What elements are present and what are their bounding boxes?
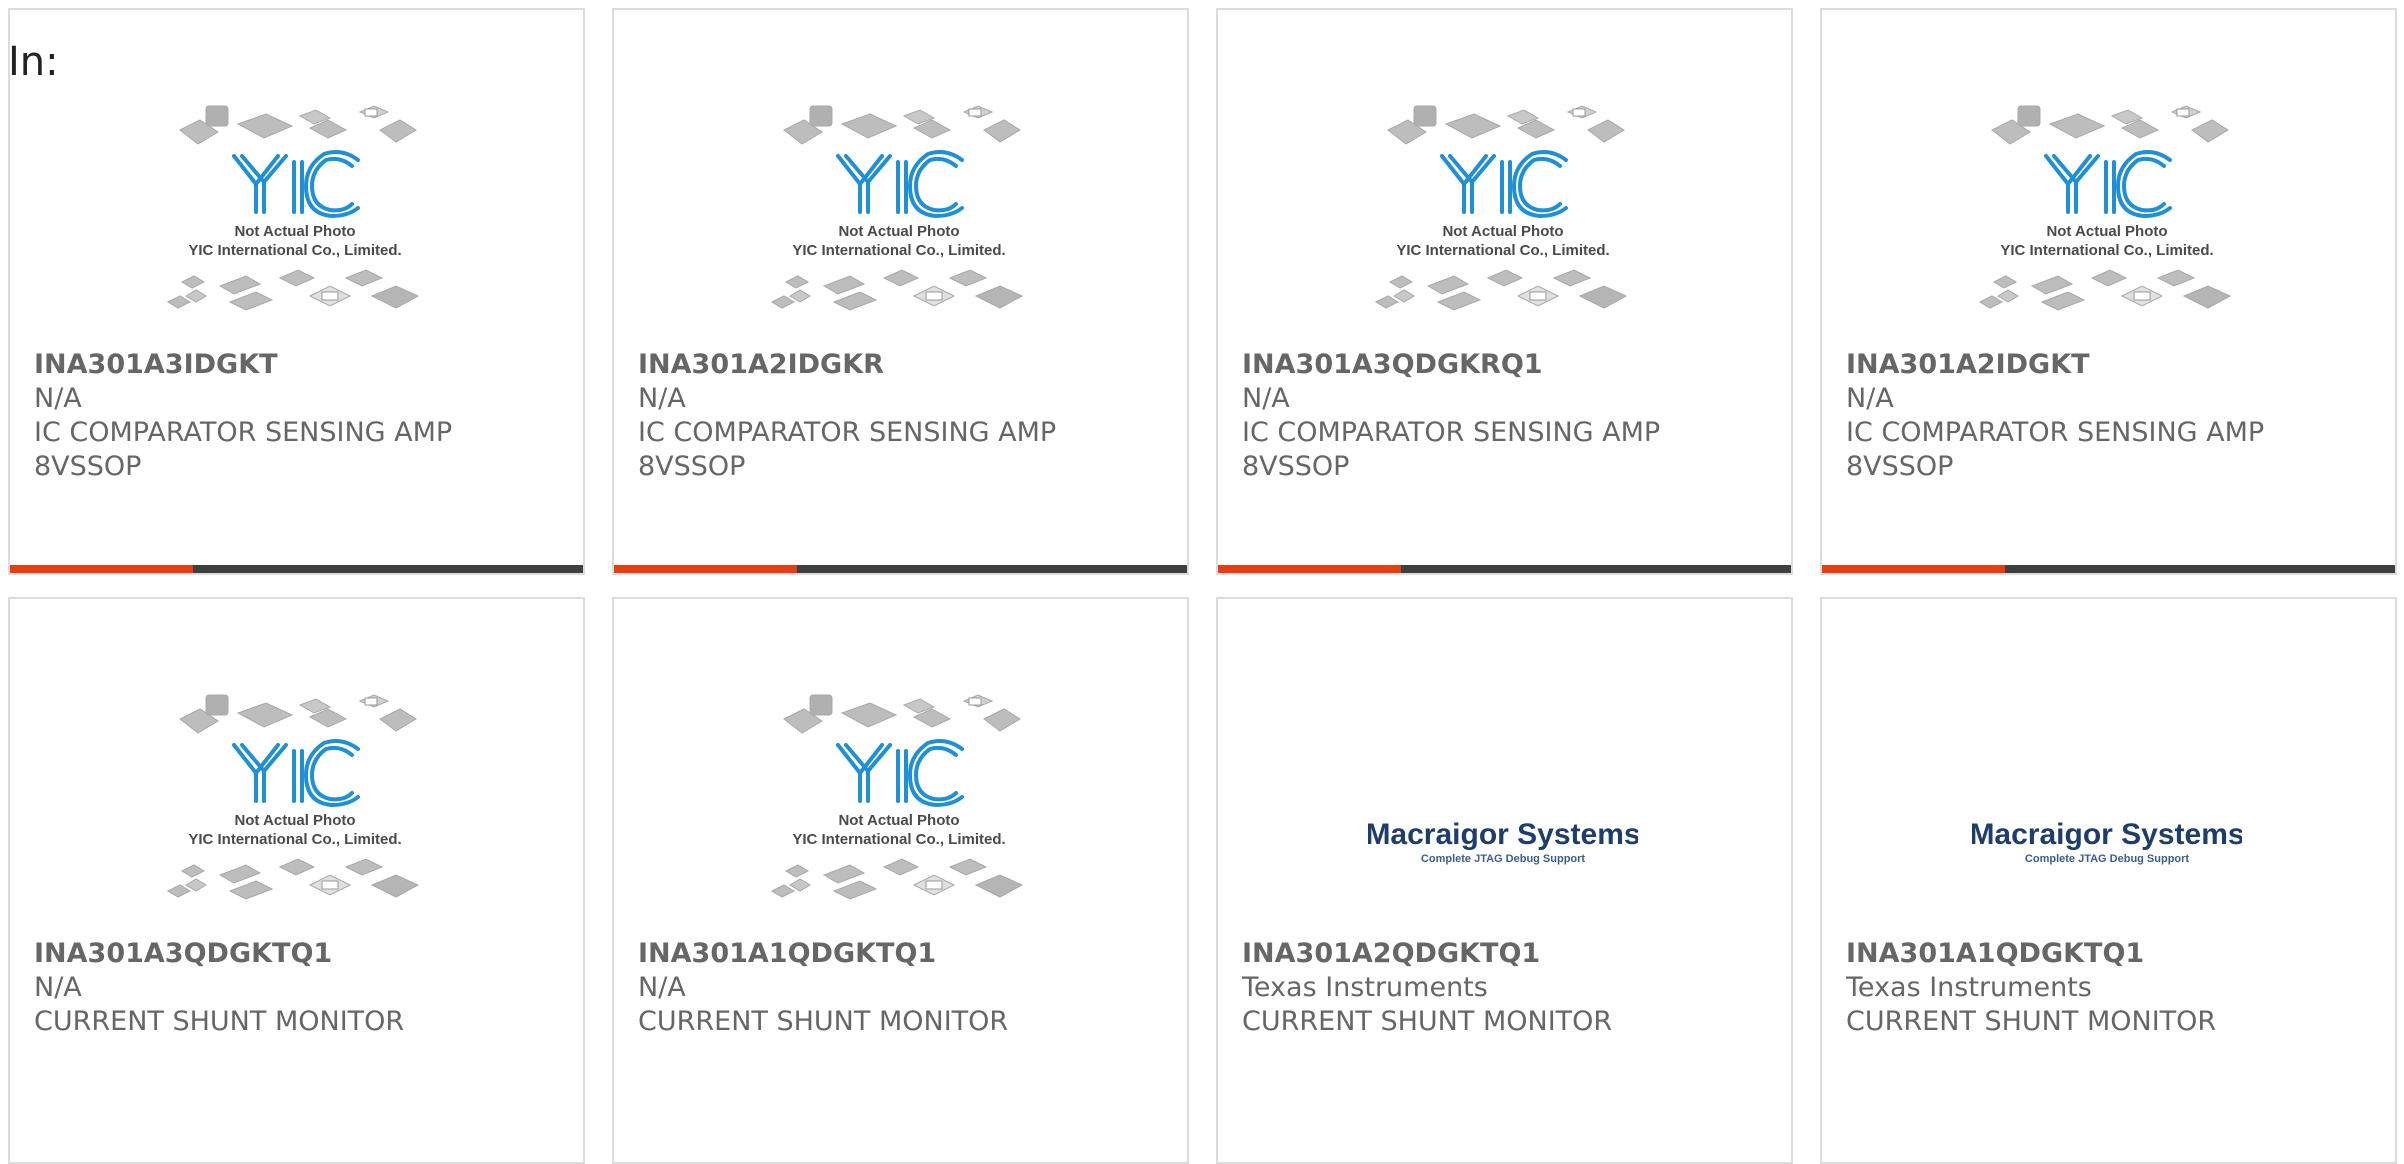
svg-text:YIC International Co., Limited: YIC International Co., Limited. [188, 831, 401, 848]
yic-logo [836, 150, 964, 218]
part-number[interactable]: INA301A1QDGKTQ1 [638, 937, 1158, 971]
manufacturer: Texas Instruments [1242, 972, 1488, 1003]
product-card[interactable]: Macraigor Systems Complete JTAG Debug Su… [1216, 597, 1793, 1164]
part-number[interactable]: INA301A3IDGKT [34, 348, 554, 382]
description: IC COMPARATOR SENSING AMP [638, 417, 1057, 448]
in-label: In: [8, 39, 59, 85]
yic-logo [1440, 150, 1568, 218]
product-info: INA301A3IDGKT N/A IC COMPARATOR SENSING AM… [34, 348, 554, 484]
product-image[interactable]: Macraigor Systems Complete JTAG Debug Su… [1972, 724, 2242, 964]
svg-text:YIC International Co., Limited: YIC International Co., Limited. [792, 242, 1005, 259]
product-info: INA301A3QDGKTQ1 N/A CURRENT SHUNT MONITOR [34, 937, 554, 1039]
description: CURRENT SHUNT MONITOR [1242, 1006, 1613, 1037]
yic-logo [836, 739, 964, 807]
product-info: INA301A2IDGKT N/A IC COMPARATOR SENSING AM… [1846, 348, 2366, 484]
description: IC COMPARATOR SENSING AMP [1242, 417, 1661, 448]
svg-text:Not Actual Photo: Not Actual Photo [1442, 223, 1563, 240]
product-info: INA301A2QDGKTQ1 Texas Instruments CURRENT … [1242, 937, 1762, 1039]
manufacturer: N/A [1846, 383, 1894, 414]
product-info: INA301A3QDGKRQ1 N/A IC COMPARATOR SENSING … [1242, 348, 1762, 484]
svg-text:Macraigor Systems: Macraigor Systems [1368, 818, 1638, 851]
yic-logo [2044, 150, 2172, 218]
svg-text:YIC International Co., Limited: YIC International Co., Limited. [1396, 242, 1609, 259]
svg-text:Complete JTAG Debug Support: Complete JTAG Debug Support [1421, 853, 1586, 865]
manufacturer: Texas Instruments [1846, 972, 2092, 1003]
product-image[interactable]: Not Actual Photo YIC International Co., … [160, 100, 430, 340]
svg-text:Not Actual Photo: Not Actual Photo [2046, 223, 2167, 240]
description: IC COMPARATOR SENSING AMP [34, 417, 453, 448]
description: CURRENT SHUNT MONITOR [34, 1006, 405, 1037]
product-info: INA301A2IDGKR N/A IC COMPARATOR SENSING AM… [638, 348, 1158, 484]
product-image[interactable]: Not Actual Photo YIC International Co., … [160, 689, 430, 929]
svg-text:Not Actual Photo: Not Actual Photo [838, 223, 959, 240]
manufacturer: N/A [34, 972, 82, 1003]
product-image[interactable]: Not Actual Photo YIC International Co., … [1972, 100, 2242, 340]
description: CURRENT SHUNT MONITOR [638, 1006, 1009, 1037]
yic-logo [232, 739, 360, 807]
svg-text:Complete JTAG Debug Support: Complete JTAG Debug Support [2025, 853, 2190, 865]
part-number[interactable]: INA301A3QDGKRQ1 [1242, 348, 1762, 382]
svg-text:Not Actual Photo: Not Actual Photo [234, 812, 355, 829]
product-info: INA301A1QDGKTQ1 Texas Instruments CURRENT … [1846, 937, 2366, 1039]
part-number[interactable]: INA301A3QDGKTQ1 [34, 937, 554, 971]
package: 8VSSOP [34, 451, 142, 482]
package: 8VSSOP [638, 451, 746, 482]
svg-text:YIC International Co., Limited: YIC International Co., Limited. [188, 242, 401, 259]
accent-segment [10, 565, 193, 573]
part-number[interactable]: INA301A1QDGKTQ1 [1846, 937, 2366, 971]
part-number[interactable]: INA301A2IDGKR [638, 348, 1158, 382]
product-card[interactable]: Not Actual Photo YIC International Co., … [612, 597, 1189, 1164]
macraigor-logo: Macraigor Systems Complete JTAG Debug Su… [1972, 818, 2242, 865]
svg-text:YIC International Co., Limited: YIC International Co., Limited. [792, 831, 1005, 848]
manufacturer: N/A [638, 972, 686, 1003]
product-card[interactable]: Not Actual Photo YIC International Co., … [8, 8, 585, 575]
product-image[interactable]: Macraigor Systems Complete JTAG Debug Su… [1368, 724, 1638, 964]
description: IC COMPARATOR SENSING AMP [1846, 417, 2265, 448]
yic-logo [232, 150, 360, 218]
product-card[interactable]: Not Actual Photo YIC International Co., … [8, 597, 585, 1164]
product-card[interactable]: Not Actual Photo YIC International Co., … [1216, 8, 1793, 575]
description: CURRENT SHUNT MONITOR [1846, 1006, 2217, 1037]
accent-segment [1218, 565, 1401, 573]
part-number[interactable]: INA301A2QDGKTQ1 [1242, 937, 1762, 971]
card-accent-bar [614, 565, 1187, 573]
manufacturer: N/A [34, 383, 82, 414]
card-accent-bar [1218, 565, 1791, 573]
svg-text:Macraigor Systems: Macraigor Systems [1972, 818, 2242, 851]
macraigor-logo: Macraigor Systems Complete JTAG Debug Su… [1368, 818, 1638, 865]
product-image[interactable]: Not Actual Photo YIC International Co., … [764, 689, 1034, 929]
manufacturer: N/A [638, 383, 686, 414]
product-card[interactable]: Macraigor Systems Complete JTAG Debug Su… [1820, 597, 2397, 1164]
card-accent-bar [10, 565, 583, 573]
package: 8VSSOP [1846, 451, 1954, 482]
svg-text:Not Actual Photo: Not Actual Photo [838, 812, 959, 829]
product-image[interactable]: Not Actual Photo YIC International Co., … [1368, 100, 1638, 340]
accent-segment [614, 565, 797, 573]
accent-segment [1822, 565, 2005, 573]
product-card[interactable]: Not Actual Photo YIC International Co., … [612, 8, 1189, 575]
card-accent-bar [1822, 565, 2395, 573]
product-image[interactable]: Not Actual Photo YIC International Co., … [764, 100, 1034, 340]
product-card[interactable]: Not Actual Photo YIC International Co., … [1820, 8, 2397, 575]
product-info: INA301A1QDGKTQ1 N/A CURRENT SHUNT MONITOR [638, 937, 1158, 1039]
svg-text:YIC International Co., Limited: YIC International Co., Limited. [2000, 242, 2213, 259]
part-number[interactable]: INA301A2IDGKT [1846, 348, 2366, 382]
svg-text:Not Actual Photo: Not Actual Photo [234, 223, 355, 240]
package: 8VSSOP [1242, 451, 1350, 482]
manufacturer: N/A [1242, 383, 1290, 414]
